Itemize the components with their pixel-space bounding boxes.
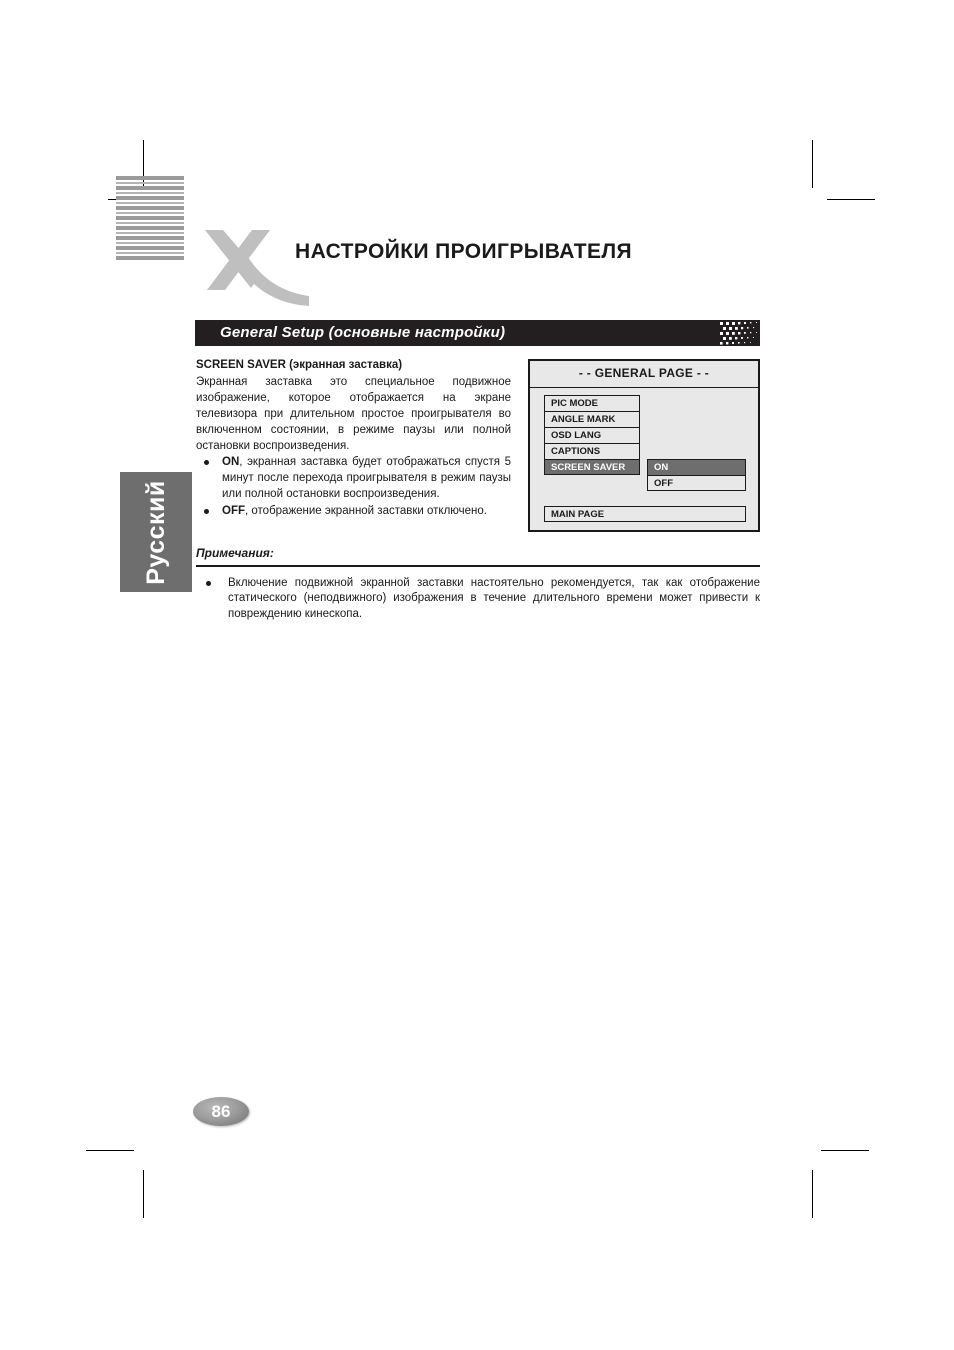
- section-title: General Setup (основные настройки): [220, 324, 506, 341]
- osd-menu-item-captions[interactable]: CAPTIONS: [544, 443, 640, 459]
- osd-general-page-screenshot: - - GENERAL PAGE - - PIC MODE ANGLE MARK…: [528, 359, 760, 532]
- subsection-heading: SCREEN SAVER (экранная заставка): [196, 358, 511, 373]
- osd-title: - - GENERAL PAGE - -: [578, 366, 710, 380]
- crop-mark-bottom-right-vertical: [812, 1170, 813, 1218]
- option-bullet-list: ON, экранная заставка будет отображаться…: [196, 455, 511, 519]
- bullet-dot-icon: [206, 580, 211, 586]
- list-item: Включение подвижной экранной заставки на…: [196, 576, 760, 624]
- bullet-text: , экранная заставка будет отображаться с…: [222, 456, 511, 501]
- print-calibration-bar: [116, 176, 184, 308]
- subsection-heading-bold: SCREEN SAVER: [196, 359, 286, 371]
- osd-menu-item-osd-lang[interactable]: OSD LANG: [544, 427, 640, 443]
- calibration-stripe: [116, 216, 184, 220]
- osd-menu-item-screen-saver[interactable]: SCREEN SAVER: [544, 459, 640, 475]
- note-text: Включение подвижной экранной заставки на…: [228, 576, 760, 621]
- section-bar: General Setup (основные настройки): [195, 320, 760, 346]
- osd-main-page-button[interactable]: MAIN PAGE: [544, 506, 746, 522]
- crop-mark-bottom-left-horizontal: [86, 1150, 134, 1151]
- page-title: НАСТРОЙКИ ПРОИГРЫВАТЕЛЯ: [295, 240, 633, 263]
- language-tab-label: Русский: [141, 479, 170, 585]
- bullet-dot-icon: [204, 509, 209, 515]
- crop-mark-bottom-right-horizontal: [821, 1150, 869, 1151]
- bullet-dot-icon: [204, 460, 209, 466]
- calibration-stripe: [116, 192, 184, 194]
- calibration-stripe: [116, 212, 184, 214]
- osd-option-off[interactable]: OFF: [647, 475, 746, 491]
- halftone-decoration-icon: [720, 322, 757, 345]
- calibration-stripe: [116, 226, 184, 230]
- notes-divider: [196, 565, 760, 567]
- osd-option-list: ON OFF: [647, 459, 746, 491]
- calibration-stripe: [116, 206, 184, 210]
- list-item: ON, экранная заставка будет отображаться…: [196, 455, 511, 503]
- crop-mark-top-right-vertical: [812, 140, 813, 188]
- calibration-stripe: [116, 182, 184, 184]
- osd-menu-item-angle-mark[interactable]: ANGLE MARK: [544, 411, 640, 427]
- crop-mark-bottom-left-vertical: [143, 1170, 144, 1218]
- page-header: НАСТРОЙКИ ПРОИГРЫВАТЕЛЯ: [195, 222, 760, 314]
- calibration-stripe: [116, 246, 184, 250]
- calibration-stripe: [116, 256, 184, 260]
- osd-menu-item-pic-mode[interactable]: PIC MODE: [544, 395, 640, 411]
- notes-heading: Примечания:: [196, 546, 274, 560]
- calibration-stripe: [116, 196, 184, 200]
- calibration-stripe: [116, 252, 184, 254]
- body-paragraph: Экранная заставка это специальное подвиж…: [196, 376, 511, 452]
- body-column: SCREEN SAVER (экранная заставка) Экранна…: [196, 358, 511, 521]
- calibration-stripe: [116, 236, 184, 240]
- subsection-heading-rest: (экранная заставка): [285, 359, 403, 371]
- osd-option-on[interactable]: ON: [647, 459, 746, 475]
- notes-section: Примечания: Включение подвижной экранной…: [196, 546, 760, 623]
- page-number-badge: 86: [193, 1097, 249, 1126]
- bullet-lead: ON: [222, 456, 240, 469]
- calibration-stripe: [116, 242, 184, 244]
- crop-mark-top-right-horizontal: [827, 199, 875, 200]
- calibration-stripe: [116, 186, 184, 190]
- calibration-stripe: [116, 176, 184, 180]
- notes-bullet-list: Включение подвижной экранной заставки на…: [196, 576, 760, 624]
- calibration-stripe: [116, 202, 184, 204]
- x-logo-icon: [205, 230, 309, 306]
- language-tab: Русский: [120, 472, 192, 592]
- calibration-stripe: [116, 232, 184, 234]
- bullet-lead: OFF: [222, 505, 245, 518]
- osd-menu-list: PIC MODE ANGLE MARK OSD LANG CAPTIONS SC…: [544, 395, 640, 475]
- osd-title-divider: [530, 387, 758, 388]
- bullet-text: , отображение экранной заставки отключен…: [245, 505, 487, 518]
- list-item: OFF, отображение экранной заставки отклю…: [196, 504, 511, 520]
- calibration-stripe: [116, 222, 184, 224]
